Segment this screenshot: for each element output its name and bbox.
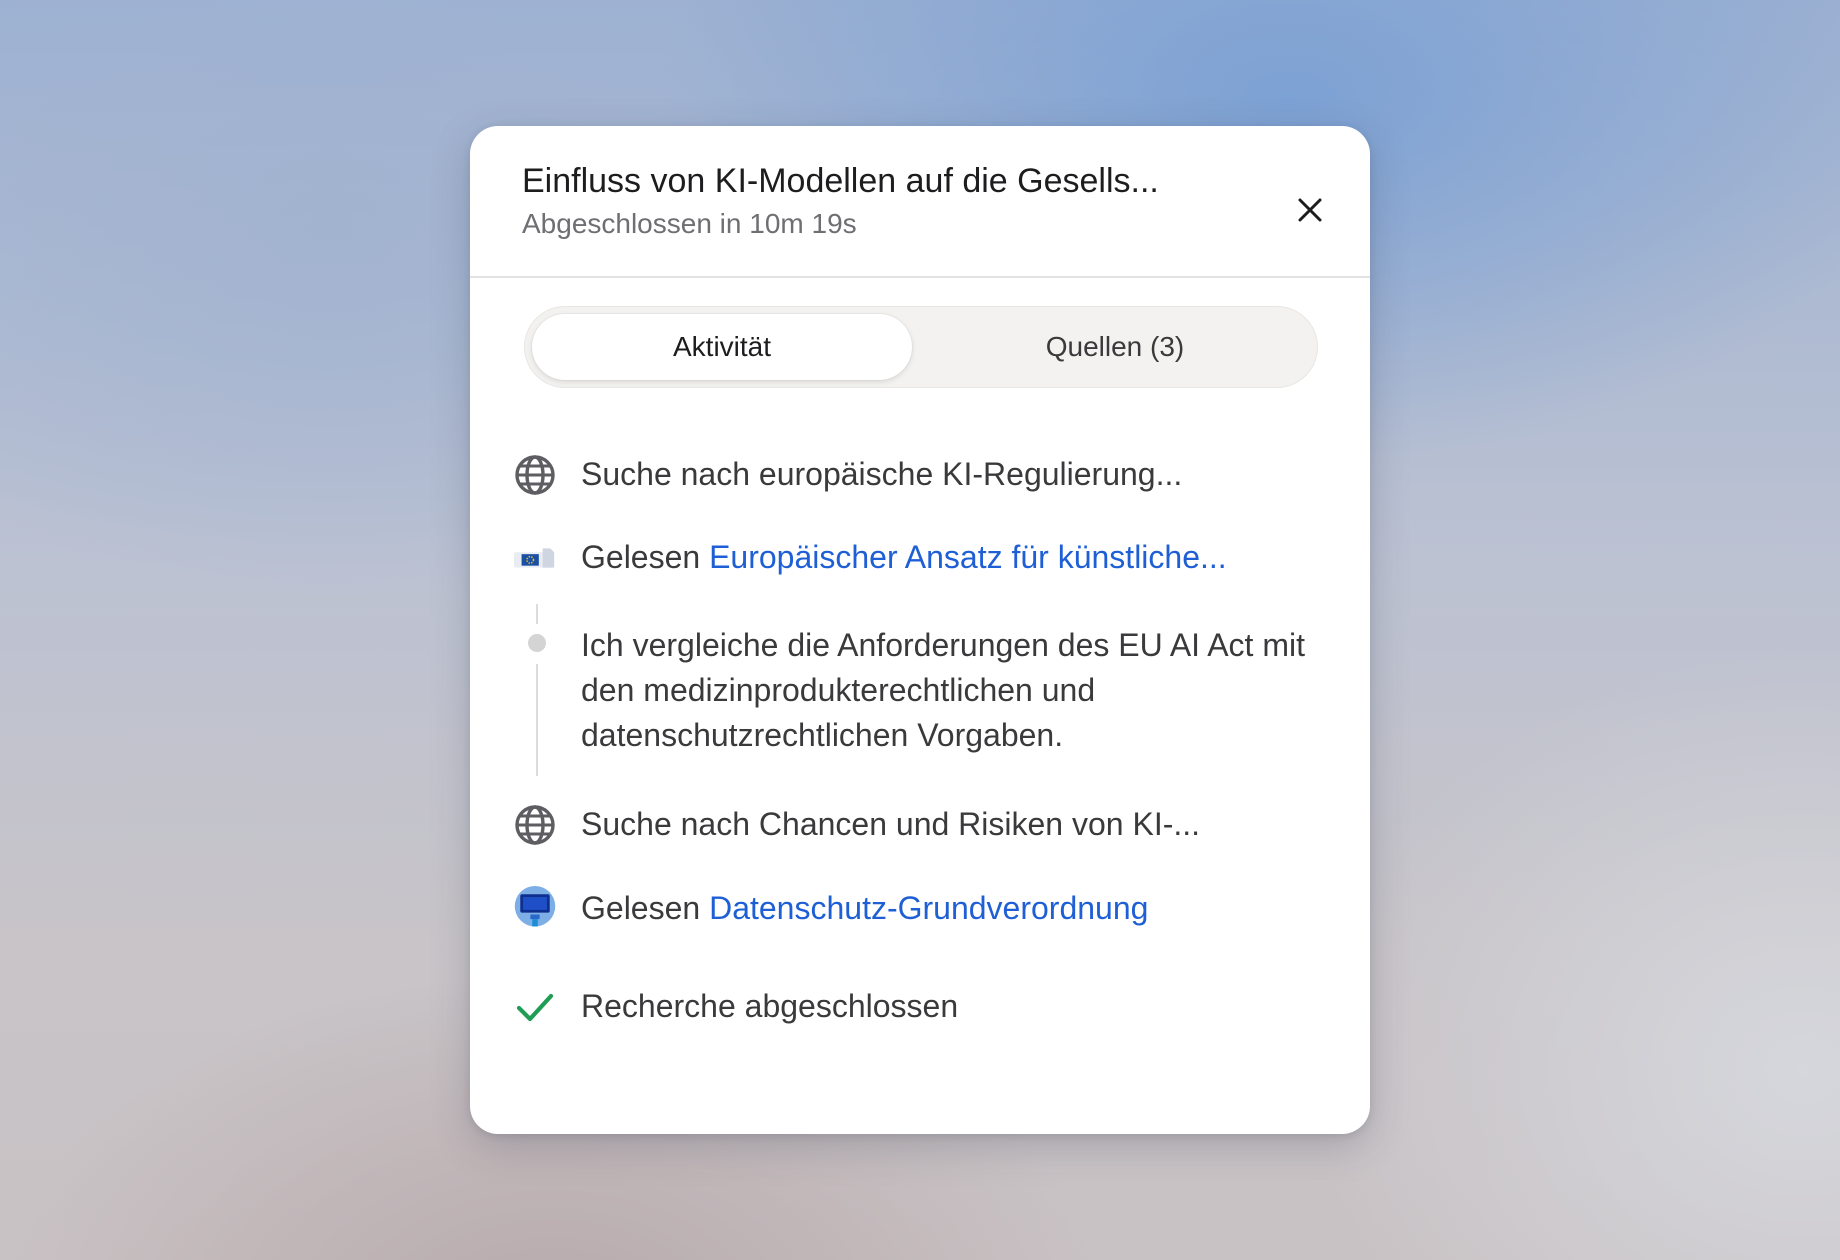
source-link[interactable]: Datenschutz-Grundverordnung <box>709 890 1148 926</box>
tab-activity[interactable]: Aktivität <box>532 314 912 380</box>
eu-commission-favicon <box>512 535 558 581</box>
activity-text: Gelesen Datenschutz-Grundverordnung <box>581 890 1148 927</box>
research-activity-dialog: Einfluss von KI-Modellen auf die Gesells… <box>470 126 1370 1134</box>
tab-sources[interactable]: Quellen (3) <box>920 314 1310 380</box>
monitor-favicon <box>512 886 558 932</box>
globe-icon <box>512 802 558 848</box>
activity-item-read: Gelesen Europäischer Ansatz für künstlic… <box>470 529 1370 585</box>
activity-text: Suche nach Chancen und Risiken von KI-..… <box>581 806 1201 842</box>
timeline-dot <box>528 634 546 652</box>
timeline-connector <box>536 664 538 776</box>
globe-icon <box>512 452 558 498</box>
activity-item-search: Suche nach europäische KI-Regulierung... <box>470 446 1370 502</box>
close-icon <box>1298 198 1322 222</box>
activity-item-complete: Recherche abgeschlossen <box>470 978 1370 1034</box>
activity-text: Suche nach europäische KI-Regulierung... <box>581 456 1183 492</box>
close-button[interactable] <box>1282 182 1338 238</box>
tab-switcher: Aktivität Quellen (3) <box>524 306 1318 388</box>
dialog-title: Einfluss von KI-Modellen auf die Gesells… <box>522 162 1159 200</box>
source-link[interactable]: Europäischer Ansatz für künstliche... <box>709 539 1227 575</box>
checkmark-icon <box>512 984 558 1030</box>
activity-text: Recherche abgeschlossen <box>581 988 959 1024</box>
reasoning-text: Ich vergleiche die Anforderungen des EU … <box>581 627 1305 753</box>
activity-item-search: Suche nach Chancen und Risiken von KI-..… <box>470 796 1370 852</box>
read-prefix: Gelesen <box>581 890 701 926</box>
read-prefix: Gelesen <box>581 539 701 575</box>
activity-item-read: Gelesen Datenschutz-Grundverordnung <box>470 880 1370 936</box>
activity-text: Gelesen Europäischer Ansatz für künstlic… <box>581 539 1227 576</box>
timeline-connector <box>536 604 538 624</box>
dialog-header: Einfluss von KI-Modellen auf die Gesells… <box>470 126 1370 278</box>
dialog-subtitle: Abgeschlossen in 10m 19s <box>522 208 857 239</box>
